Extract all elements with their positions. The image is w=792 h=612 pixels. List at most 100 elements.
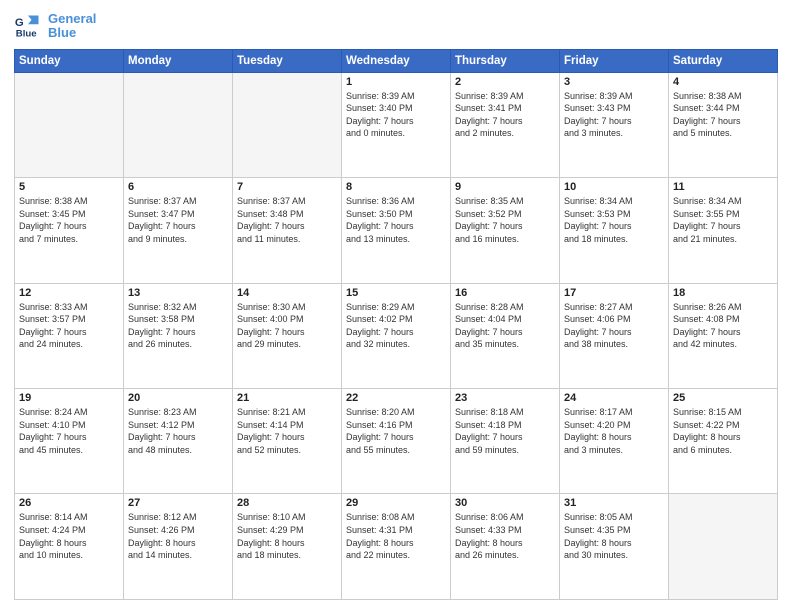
daylight-hours: Daylight: 8 hours xyxy=(237,537,337,550)
daylight-continuation: and 55 minutes. xyxy=(346,444,446,457)
daylight-hours: Daylight: 7 hours xyxy=(673,326,773,339)
day-info: Sunrise: 8:05 AMSunset: 4:35 PMDaylight:… xyxy=(564,511,664,561)
daylight-continuation: and 9 minutes. xyxy=(128,233,228,246)
calendar-cell: 20 Sunrise: 8:23 AMSunset: 4:12 PMDayligh… xyxy=(124,389,233,494)
daylight-hours: Daylight: 8 hours xyxy=(346,537,446,550)
daylight-continuation: and 5 minutes. xyxy=(673,127,773,140)
day-info: Sunrise: 8:39 AMSunset: 3:41 PMDaylight:… xyxy=(455,90,555,140)
daylight-hours: Daylight: 7 hours xyxy=(564,115,664,128)
calendar-cell: 13 Sunrise: 8:32 AMSunset: 3:58 PMDayligh… xyxy=(124,283,233,388)
day-number: 21 xyxy=(237,392,337,404)
sunset-info: Sunset: 3:45 PM xyxy=(19,208,119,221)
sunrise-info: Sunrise: 8:26 AM xyxy=(673,301,773,314)
sunset-info: Sunset: 3:55 PM xyxy=(673,208,773,221)
sunrise-info: Sunrise: 8:33 AM xyxy=(19,301,119,314)
calendar-cell: 26Sunrise: 8:14 AMSunset: 4:24 PMDayligh… xyxy=(15,494,124,600)
sunrise-info: Sunrise: 8:27 AM xyxy=(564,301,664,314)
sunset-info: Sunset: 4:22 PM xyxy=(673,419,773,432)
day-info: Sunrise: 8:23 AMSunset: 4:12 PMDaylight:… xyxy=(128,406,228,456)
daylight-hours: Daylight: 7 hours xyxy=(19,326,119,339)
daylight-hours: Daylight: 7 hours xyxy=(346,326,446,339)
daylight-continuation: and 52 minutes. xyxy=(237,444,337,457)
day-info: Sunrise: 8:08 AMSunset: 4:31 PMDaylight:… xyxy=(346,511,446,561)
svg-text:Blue: Blue xyxy=(16,29,37,40)
sunset-info: Sunset: 4:35 PM xyxy=(564,524,664,537)
svg-text:G: G xyxy=(15,17,24,29)
daylight-continuation: and 45 minutes. xyxy=(19,444,119,457)
week-row-3: 12 Sunrise: 8:33 AMSunset: 3:57 PMDayligh… xyxy=(15,283,778,388)
sunrise-info: Sunrise: 8:18 AM xyxy=(455,406,555,419)
sunset-info: Sunset: 4:24 PM xyxy=(19,524,119,537)
week-row-2: 5Sunrise: 8:38 AMSunset: 3:45 PMDaylight… xyxy=(15,178,778,283)
calendar-cell: 22Sunrise: 8:20 AMSunset: 4:16 PMDayligh… xyxy=(342,389,451,494)
day-number: 13 xyxy=(128,287,228,299)
sunset-info: Sunset: 4:26 PM xyxy=(128,524,228,537)
daylight-hours: Daylight: 7 hours xyxy=(346,115,446,128)
daylight-continuation: and 22 minutes. xyxy=(346,549,446,562)
calendar-cell: 15Sunrise: 8:29 AMSunset: 4:02 PMDayligh… xyxy=(342,283,451,388)
calendar-cell: 25Sunrise: 8:15 AMSunset: 4:22 PMDayligh… xyxy=(669,389,778,494)
day-number: 30 xyxy=(455,497,555,509)
calendar-cell: 3Sunrise: 8:39 AMSunset: 3:43 PMDaylight… xyxy=(560,72,669,177)
daylight-continuation: and 30 minutes. xyxy=(564,549,664,562)
daylight-continuation: and 59 minutes. xyxy=(455,444,555,457)
logo-icon: G Blue xyxy=(14,12,42,40)
day-info: Sunrise: 8:30 AMSunset: 4:00 PMDaylight:… xyxy=(237,301,337,351)
sunset-info: Sunset: 4:02 PM xyxy=(346,313,446,326)
sunset-info: Sunset: 4:12 PM xyxy=(128,419,228,432)
calendar-cell: 11Sunrise: 8:34 AMSunset: 3:55 PMDayligh… xyxy=(669,178,778,283)
sunset-info: Sunset: 4:16 PM xyxy=(346,419,446,432)
week-row-1: 1Sunrise: 8:39 AMSunset: 3:40 PMDaylight… xyxy=(15,72,778,177)
day-number: 28 xyxy=(237,497,337,509)
daylight-hours: Daylight: 7 hours xyxy=(564,220,664,233)
day-number: 8 xyxy=(346,181,446,193)
day-number: 24 xyxy=(564,392,664,404)
day-info: Sunrise: 8:15 AMSunset: 4:22 PMDaylight:… xyxy=(673,406,773,456)
daylight-hours: Daylight: 8 hours xyxy=(564,431,664,444)
day-number: 3 xyxy=(564,76,664,88)
day-number: 9 xyxy=(455,181,555,193)
sunset-info: Sunset: 3:50 PM xyxy=(346,208,446,221)
sunrise-info: Sunrise: 8:12 AM xyxy=(128,511,228,524)
calendar-cell xyxy=(669,494,778,600)
sunset-info: Sunset: 4:29 PM xyxy=(237,524,337,537)
daylight-hours: Daylight: 7 hours xyxy=(455,326,555,339)
day-number: 12 xyxy=(19,287,119,299)
day-info: Sunrise: 8:34 AMSunset: 3:53 PMDaylight:… xyxy=(564,195,664,245)
calendar-cell: 6Sunrise: 8:37 AMSunset: 3:47 PMDaylight… xyxy=(124,178,233,283)
day-info: Sunrise: 8:33 AMSunset: 3:57 PMDaylight:… xyxy=(19,301,119,351)
daylight-continuation: and 11 minutes. xyxy=(237,233,337,246)
weekday-header-monday: Monday xyxy=(124,49,233,72)
weekday-header-wednesday: Wednesday xyxy=(342,49,451,72)
sunrise-info: Sunrise: 8:39 AM xyxy=(564,90,664,103)
sunrise-info: Sunrise: 8:05 AM xyxy=(564,511,664,524)
week-row-4: 19Sunrise: 8:24 AMSunset: 4:10 PMDayligh… xyxy=(15,389,778,494)
calendar-cell: 27Sunrise: 8:12 AMSunset: 4:26 PMDayligh… xyxy=(124,494,233,600)
daylight-continuation: and 48 minutes. xyxy=(128,444,228,457)
daylight-continuation: and 18 minutes. xyxy=(237,549,337,562)
sunset-info: Sunset: 4:10 PM xyxy=(19,419,119,432)
calendar-cell: 1Sunrise: 8:39 AMSunset: 3:40 PMDaylight… xyxy=(342,72,451,177)
day-number: 23 xyxy=(455,392,555,404)
sunrise-info: Sunrise: 8:10 AM xyxy=(237,511,337,524)
sunset-info: Sunset: 4:31 PM xyxy=(346,524,446,537)
day-number: 15 xyxy=(346,287,446,299)
day-info: Sunrise: 8:17 AMSunset: 4:20 PMDaylight:… xyxy=(564,406,664,456)
day-number: 20 xyxy=(128,392,228,404)
daylight-continuation: and 13 minutes. xyxy=(346,233,446,246)
sunrise-info: Sunrise: 8:30 AM xyxy=(237,301,337,314)
page: G Blue General Blue SundayMondayTuesdayW… xyxy=(0,0,792,612)
sunset-info: Sunset: 3:53 PM xyxy=(564,208,664,221)
calendar-cell: 30Sunrise: 8:06 AMSunset: 4:33 PMDayligh… xyxy=(451,494,560,600)
sunrise-info: Sunrise: 8:32 AM xyxy=(128,301,228,314)
logo: G Blue General Blue xyxy=(14,12,96,41)
daylight-hours: Daylight: 7 hours xyxy=(19,220,119,233)
calendar-cell: 14Sunrise: 8:30 AMSunset: 4:00 PMDayligh… xyxy=(233,283,342,388)
sunset-info: Sunset: 4:20 PM xyxy=(564,419,664,432)
day-info: Sunrise: 8:32 AMSunset: 3:58 PMDaylight:… xyxy=(128,301,228,351)
calendar-cell: 4Sunrise: 8:38 AMSunset: 3:44 PMDaylight… xyxy=(669,72,778,177)
sunset-info: Sunset: 3:52 PM xyxy=(455,208,555,221)
day-number: 4 xyxy=(673,76,773,88)
sunset-info: Sunset: 4:06 PM xyxy=(564,313,664,326)
day-number: 17 xyxy=(564,287,664,299)
